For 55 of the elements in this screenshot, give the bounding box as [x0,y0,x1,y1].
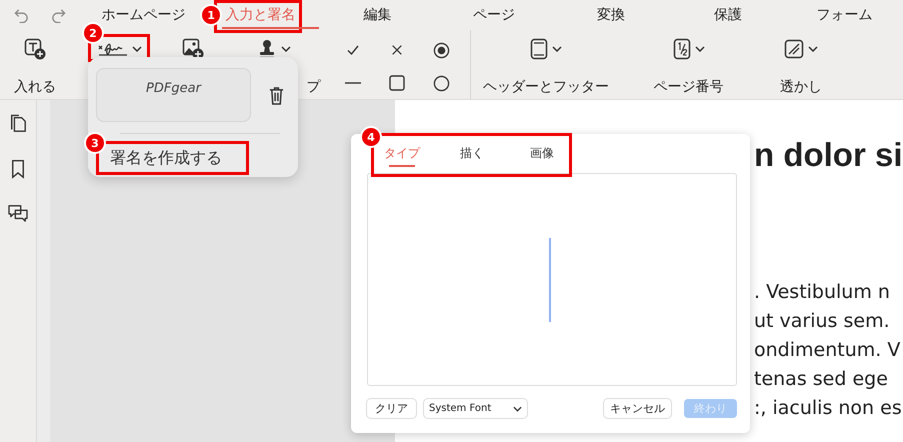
caret-icon [694,46,704,52]
pages-icon[interactable] [9,114,27,134]
chevron-icon [513,406,522,412]
tool-label: プ [306,78,320,96]
step-badge: 3 [86,134,104,152]
tool-label: 透かし [780,78,822,96]
document-text-line: tenas sed ege [754,367,888,392]
trash-icon[interactable] [269,86,284,104]
text-add-tool-button[interactable] [24,37,46,61]
circle-icon[interactable] [432,74,450,92]
document-text-line: . Vestibulum n [754,280,890,305]
menu-tab[interactable]: フォーム [812,0,877,30]
menu-tab[interactable]: 変換 [592,0,629,30]
signature-input-area[interactable] [367,173,737,386]
text-add-icon [24,38,46,60]
dialog-tab[interactable]: 描く [437,140,507,166]
menu-tab[interactable]: 保護 [710,0,746,30]
page-number-icon [672,38,690,60]
document-text-line: ondimentum. V [754,338,900,363]
tool-label: 入れる [14,78,56,96]
square-icon[interactable] [389,75,405,91]
radio-icon[interactable] [432,42,450,58]
dialog-tab[interactable]: 画像 [507,140,577,166]
saved-signature[interactable]: PDFgear [96,68,251,122]
signature-icon [98,41,128,57]
font-select[interactable]: System Font [424,399,527,418]
create-signature-item[interactable]: 署名を作成する [110,148,222,169]
document-text-line: ut varius sem. [754,309,890,334]
page-number-tool-button[interactable] [672,37,704,61]
tool-label: ページ番号 [654,78,724,96]
header-footer-icon [530,38,548,60]
document-text-line: :, iaculis non es [754,396,902,421]
check-icon[interactable] [346,43,360,57]
menu-tab[interactable]: 編集 [359,0,396,30]
watermark-icon [784,39,804,59]
document-heading: n dolor si [754,136,902,174]
caret-icon [132,46,142,52]
step-badge: 1 [202,6,220,24]
watermark-tool-button[interactable] [784,37,818,61]
dialog-button[interactable]: キャンセル [604,399,671,418]
header-footer-tool-button[interactable] [530,37,562,61]
caret-icon [808,46,818,52]
tool-label: ヘッダーとフッター [483,78,609,96]
caret-icon [280,46,290,52]
clear-button[interactable]: クリア [367,399,416,418]
bookmark-icon[interactable] [11,159,25,179]
redo-icon[interactable] [51,8,66,22]
line-icon[interactable] [345,81,361,85]
step-badge: 4 [362,128,380,146]
menu-tab[interactable]: ページ [469,0,520,30]
step-badge: 2 [84,24,102,42]
close-icon[interactable] [391,44,403,56]
undo-icon[interactable] [14,8,29,22]
comments-icon[interactable] [7,204,29,222]
caret-icon [552,46,562,52]
